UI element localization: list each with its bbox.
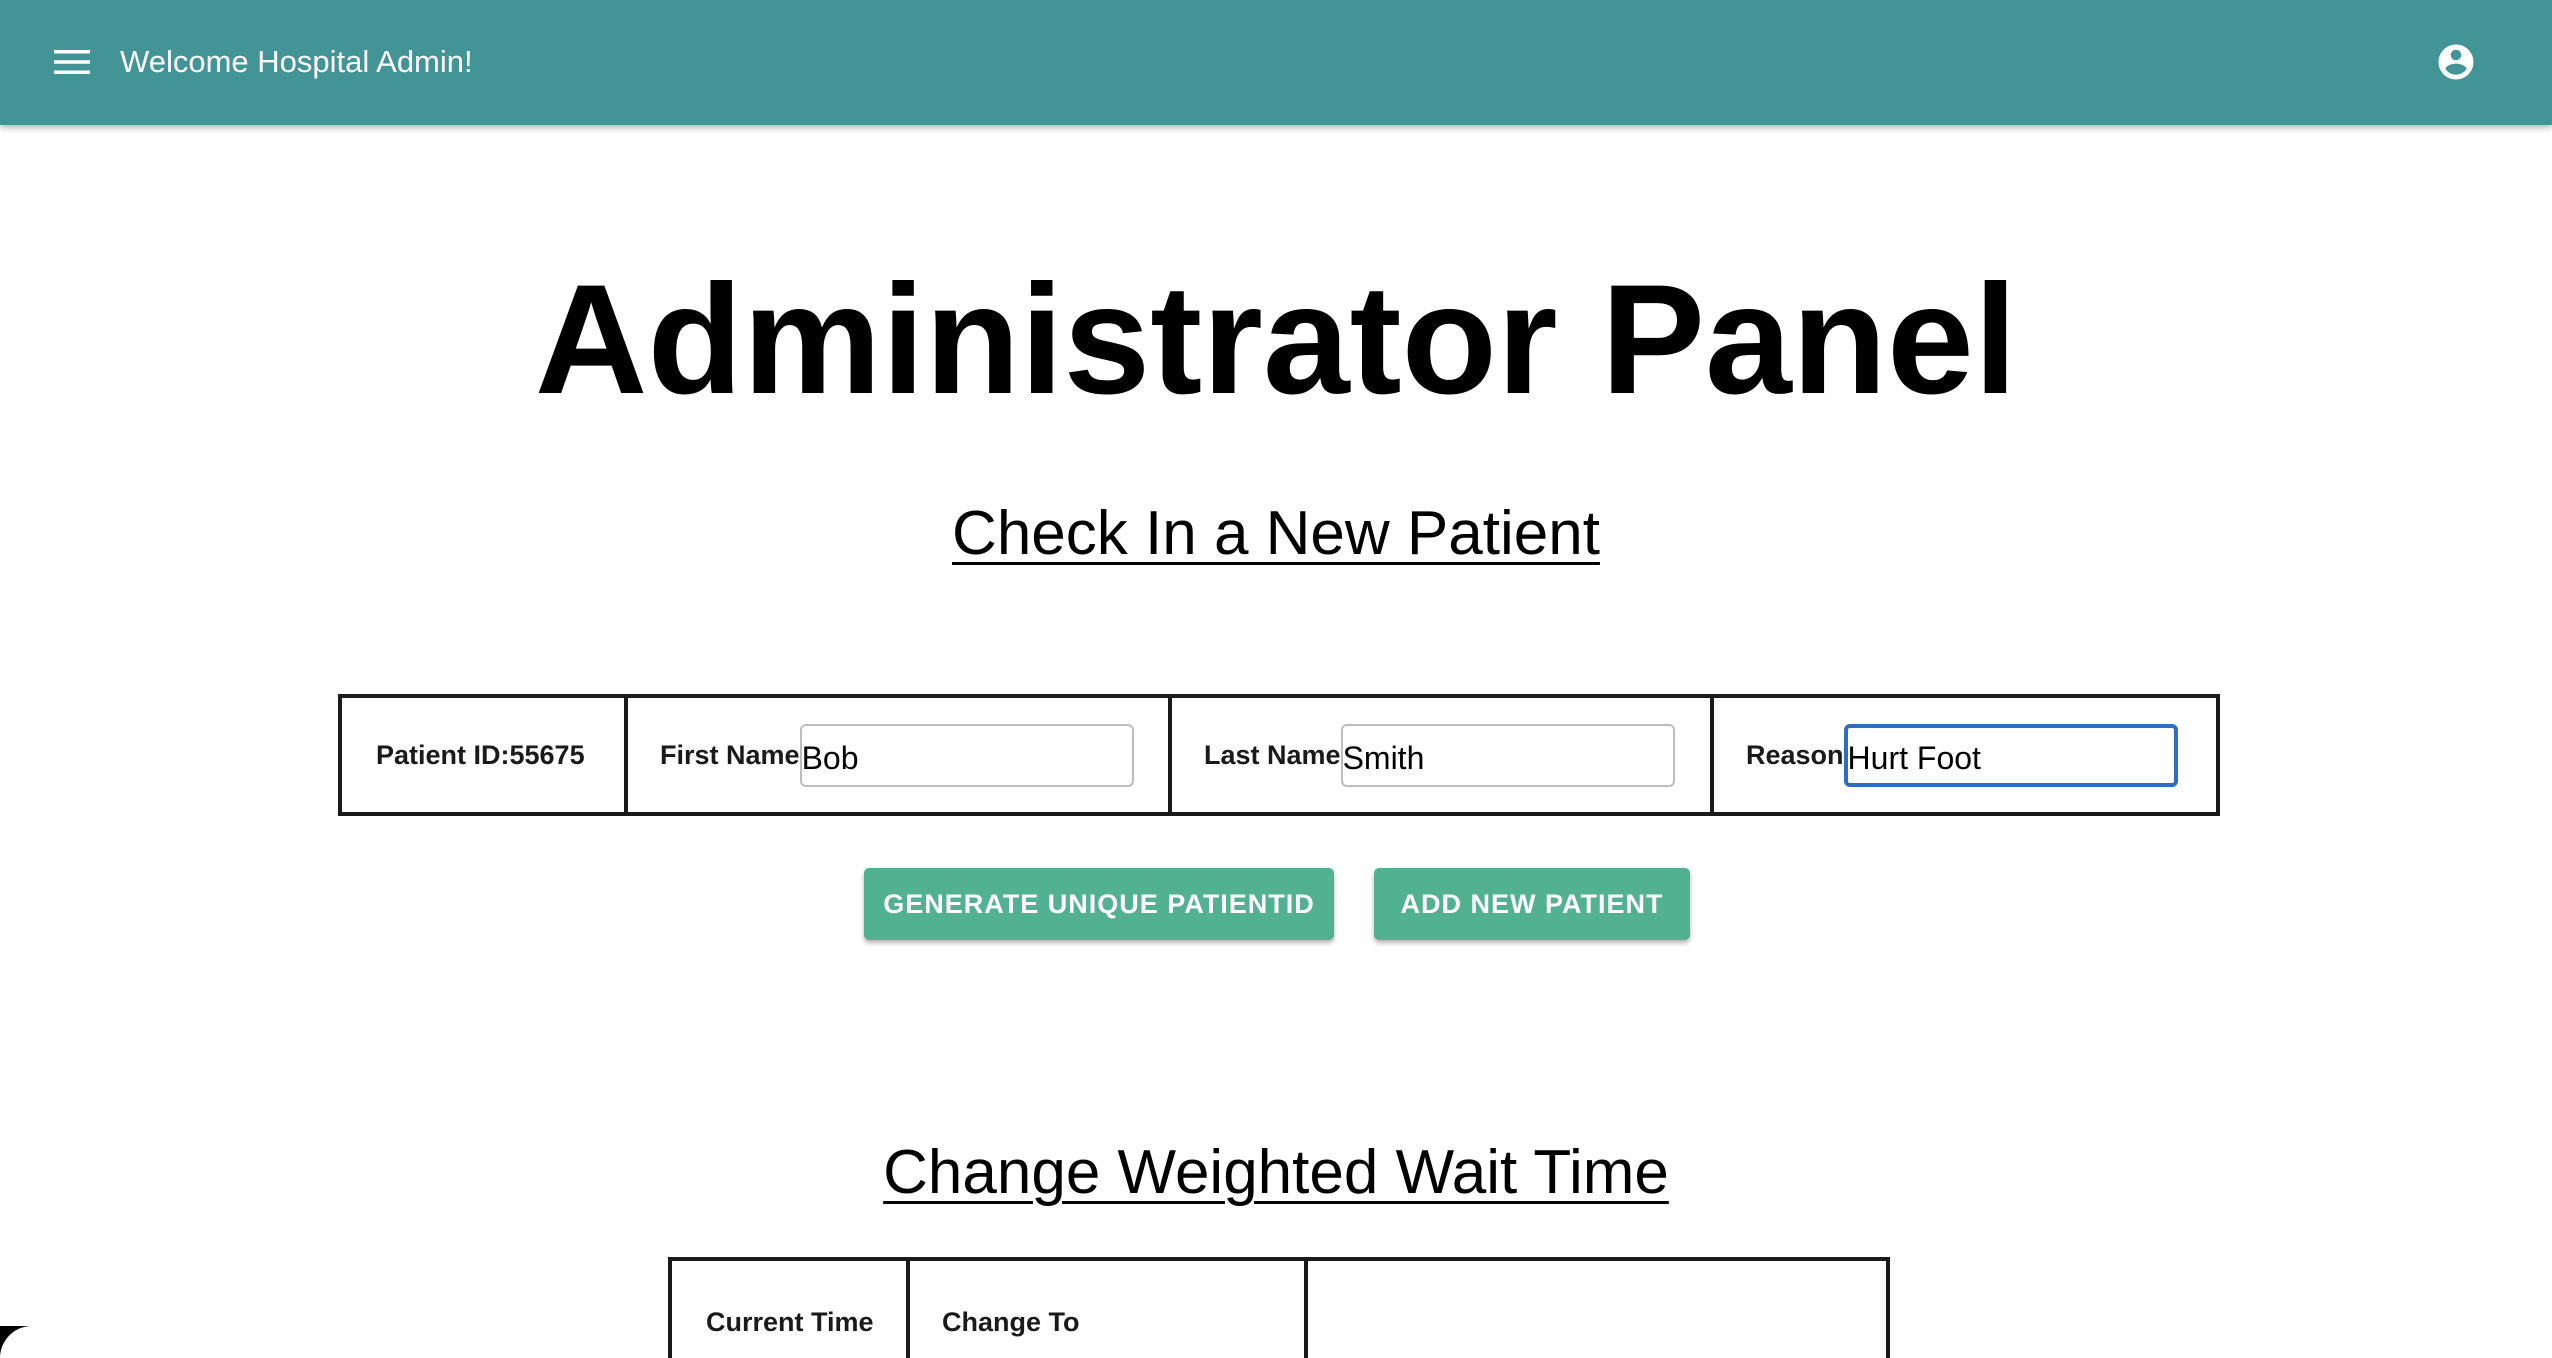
generate-patient-id-button[interactable]: GENERATE UNIQUE PATIENTID — [864, 868, 1334, 940]
page-title: Administrator Panel — [534, 253, 2018, 427]
change-to-label: Change To — [942, 1306, 1080, 1337]
first-name-label: First Name — [660, 739, 800, 770]
last-name-cell: Last Name — [1168, 694, 1714, 816]
current-time-cell: Current Time — [668, 1257, 910, 1358]
account-button[interactable] — [2432, 38, 2480, 86]
app-bar: Welcome Hospital Admin! — [0, 0, 2552, 125]
change-to-cell: Change To — [906, 1257, 1308, 1358]
menu-icon — [54, 50, 90, 74]
current-time-label: Current Time — [706, 1306, 874, 1337]
window-corner — [0, 1326, 64, 1358]
reason-cell: Reason — [1710, 694, 2220, 816]
patient-id-label: Patient ID:55675 — [376, 739, 585, 770]
wait-time-heading: Change Weighted Wait Time — [883, 1138, 1669, 1207]
first-name-input[interactable] — [799, 723, 1134, 787]
wait-time-table: Current Time Change To — [668, 1257, 1890, 1358]
wait-time-action-cell — [1304, 1257, 1890, 1358]
add-new-patient-button[interactable]: ADD NEW PATIENT — [1374, 868, 1690, 940]
last-name-label: Last Name — [1204, 739, 1341, 770]
page: Welcome Hospital Admin! Administrator Pa… — [0, 0, 2552, 1358]
reason-input[interactable] — [1843, 723, 2178, 787]
reason-label: Reason — [1746, 739, 1844, 770]
first-name-cell: First Name — [624, 694, 1172, 816]
checkin-heading: Check In a New Patient — [952, 499, 1600, 568]
menu-button[interactable] — [44, 34, 100, 90]
last-name-input[interactable] — [1340, 723, 1675, 787]
patient-id-cell: Patient ID:55675 — [338, 694, 628, 816]
app-title: Welcome Hospital Admin! — [120, 44, 473, 79]
checkin-table: Patient ID:55675 First Name Last Name Re… — [338, 694, 2220, 816]
account-circle-icon — [2438, 44, 2474, 80]
